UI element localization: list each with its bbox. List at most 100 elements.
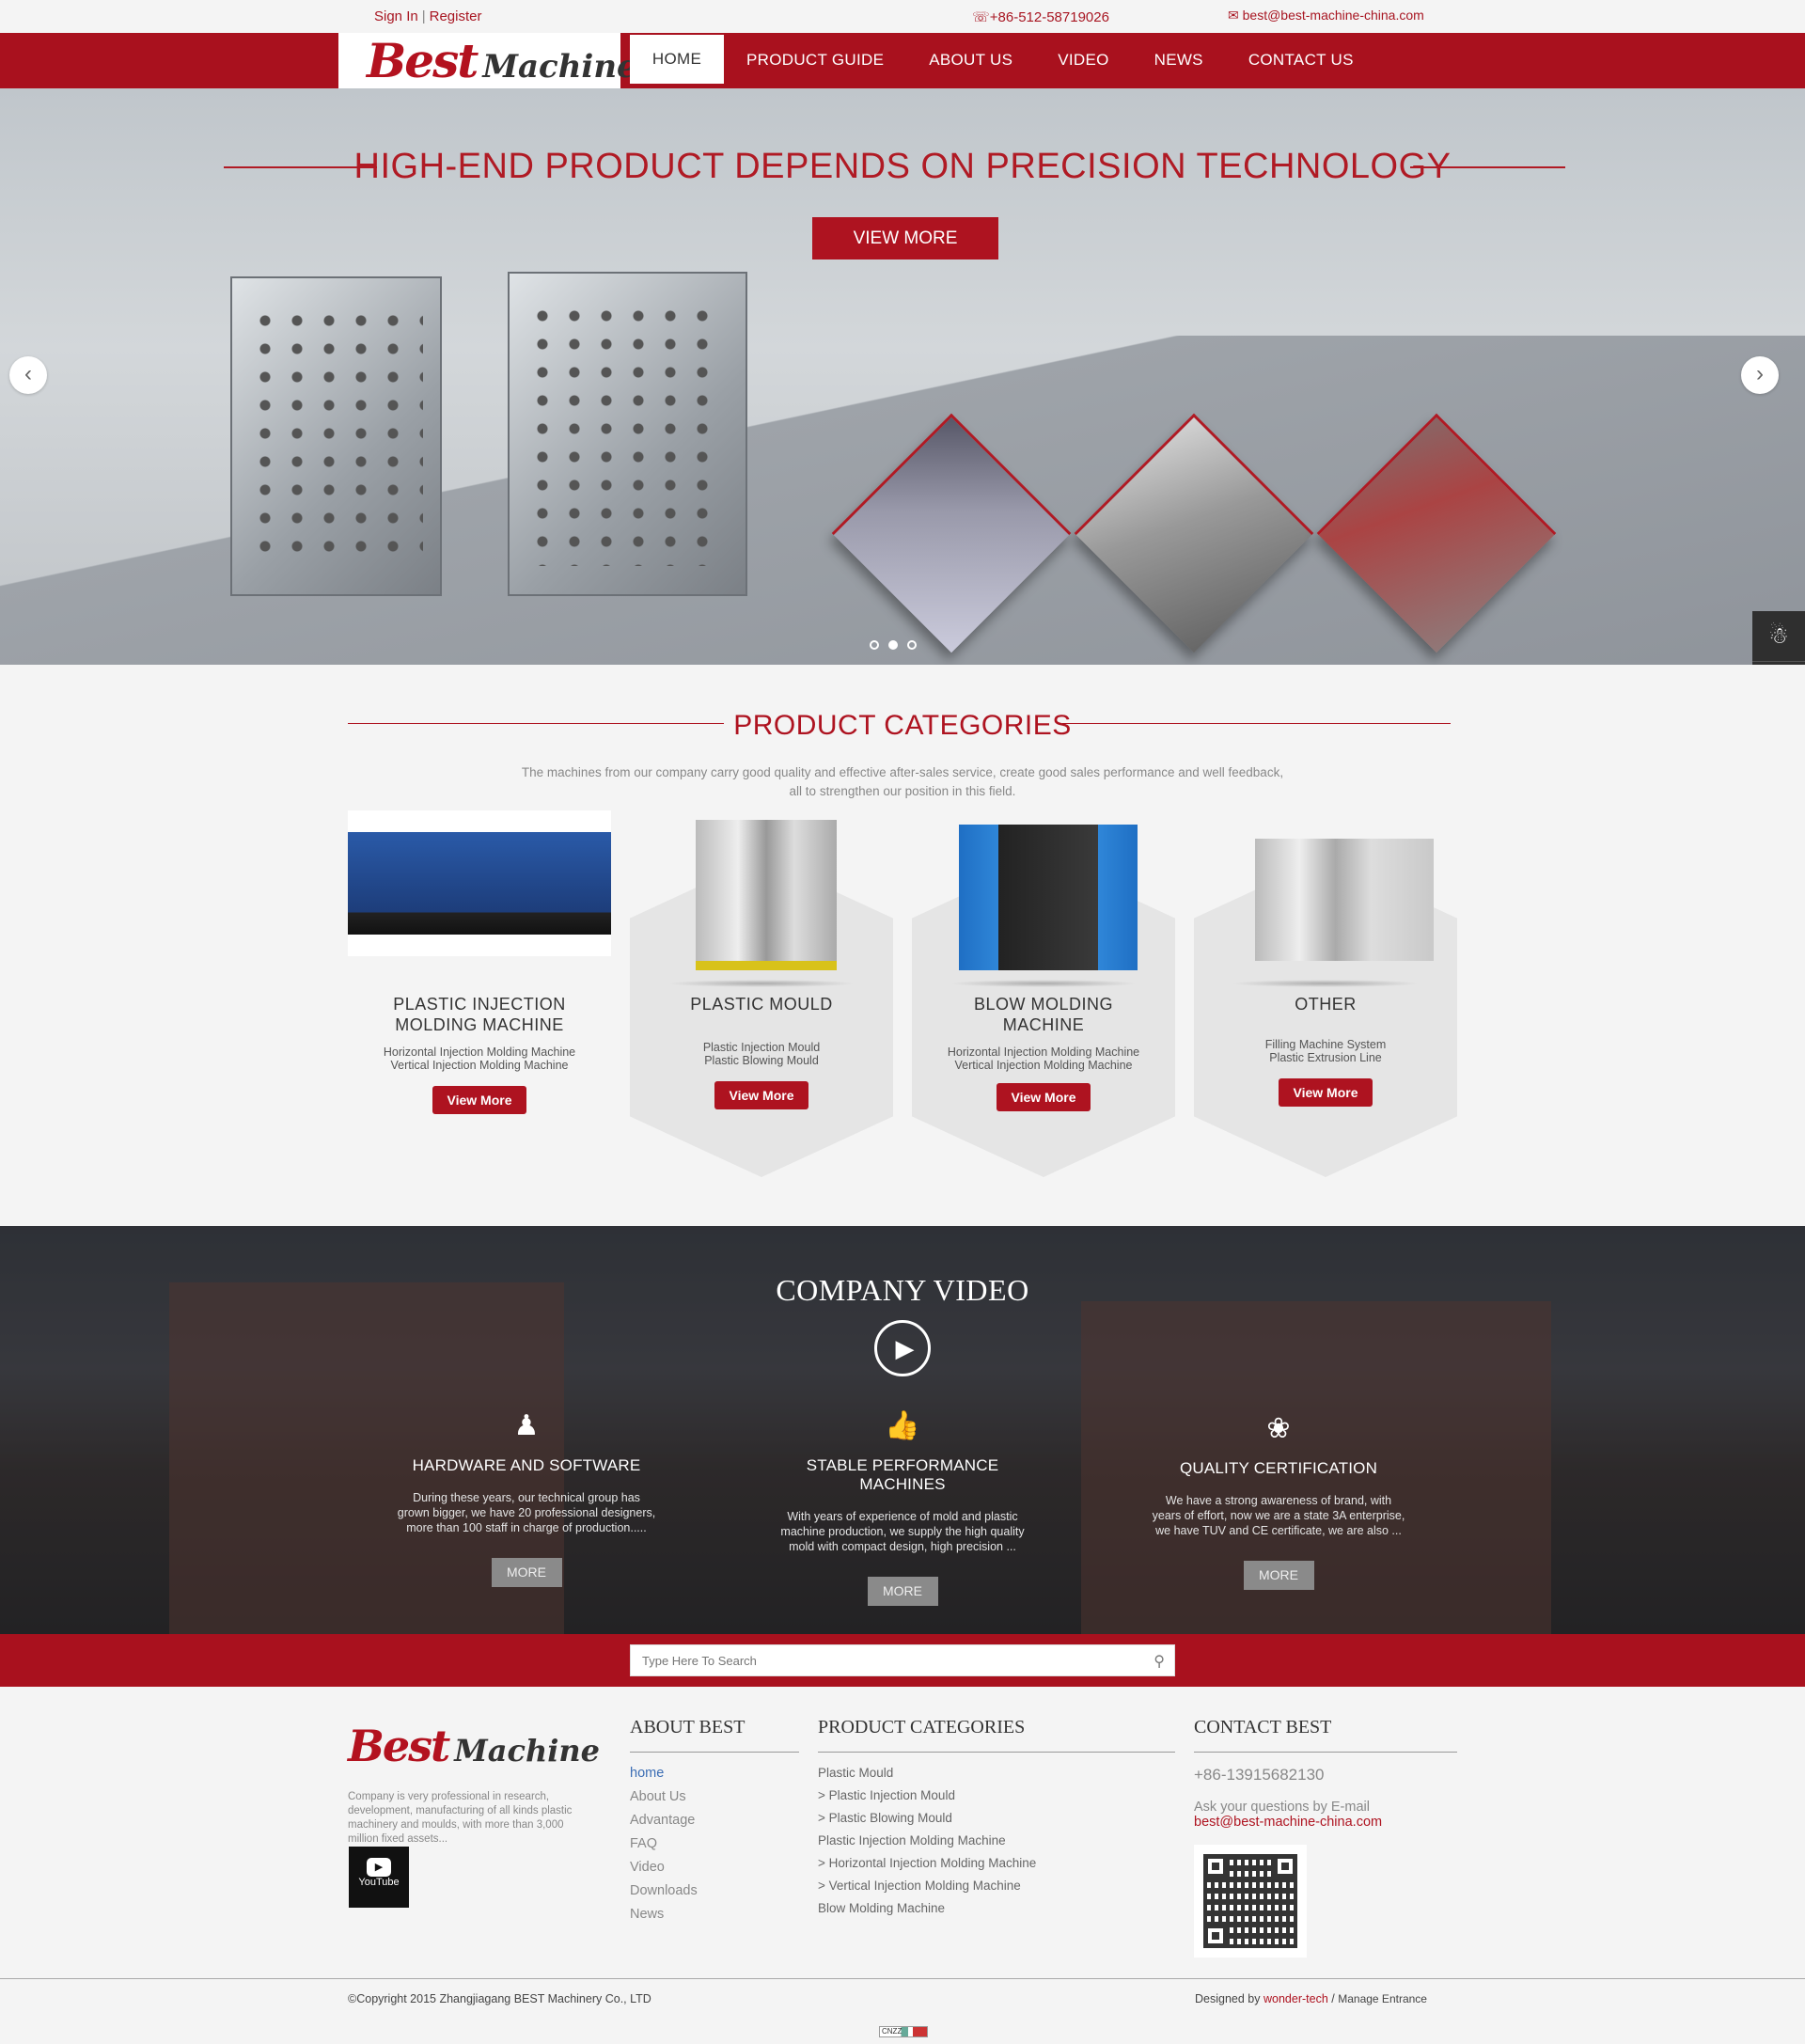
product-categories-section: PRODUCT CATEGORIES The machines from our… (0, 665, 1805, 1226)
section-title: PRODUCT CATEGORIES (733, 710, 1072, 741)
qq-icon[interactable]: ☃ (1752, 611, 1805, 662)
video-title: COMPANY VIDEO (776, 1273, 1029, 1307)
footer-link-about-us[interactable]: About Us (630, 1785, 799, 1809)
category-card-blow-molding[interactable]: BLOW MOLDING MACHINE Horizontal Injection… (912, 810, 1175, 1177)
slide-dot[interactable] (907, 640, 917, 650)
view-more-button[interactable]: View More (714, 1081, 808, 1109)
footer-link-advantage[interactable]: Advantage (630, 1809, 799, 1832)
play-icon[interactable]: ▶ (874, 1320, 931, 1376)
footer-phone: +86-13915682130 (1194, 1766, 1325, 1784)
logo[interactable]: Best Machine (338, 33, 637, 88)
footer-link-faq[interactable]: FAQ (630, 1832, 799, 1856)
nav-about-us[interactable]: ABOUT US (906, 35, 1035, 86)
youtube-link[interactable]: ▶ YouTube (349, 1847, 409, 1908)
feature-quality-certification: ❀ QUALITY CERTIFICATION We have a strong… (1138, 1412, 1420, 1590)
next-slide-arrow-icon[interactable]: › (1741, 356, 1779, 394)
logo-best-text: Best (367, 33, 479, 88)
footer-product-link[interactable]: > Plastic Injection Mould (818, 1785, 1175, 1807)
footer-link-home[interactable]: home (630, 1762, 799, 1785)
company-video-section: COMPANY VIDEO ▶ ♟ HARDWARE AND SOFTWARE … (0, 1226, 1805, 1634)
footer-logo[interactable]: Best Machine (348, 1721, 600, 1771)
feature-title: QUALITY CERTIFICATION (1179, 1459, 1378, 1477)
youtube-icon: ▶ (367, 1858, 391, 1877)
youtube-label: YouTube (358, 1877, 400, 1888)
category-card-other[interactable]: OTHER Filling Machine System Plastic Extr… (1194, 810, 1457, 1177)
sign-in-link[interactable]: Sign In (374, 8, 418, 24)
category-name: PLASTIC INJECTION MOLDING MACHINE (393, 995, 566, 1034)
team-icon: ♟ (513, 1410, 540, 1441)
top-bar: Sign In | Register ☏+86-512-58719026 ✉ bes… (0, 0, 1805, 33)
feature-text: With years of experience of mold and pla… (780, 1510, 1025, 1553)
feature-title: HARDWARE AND SOFTWARE (412, 1456, 641, 1474)
header-phone: ☏+86-512-58719026 (972, 9, 1109, 25)
search-input[interactable] (631, 1645, 1138, 1675)
prev-slide-arrow-icon[interactable]: ‹ (9, 356, 47, 394)
slide-dot[interactable] (870, 640, 879, 650)
nav-video[interactable]: VIDEO (1035, 35, 1131, 86)
category-card-injection-machine[interactable]: PLASTIC INJECTION MOLDING MACHINE Horizon… (348, 810, 611, 1177)
qr-code (1194, 1845, 1307, 1958)
more-button[interactable]: MORE (491, 1558, 562, 1587)
image-shadow (950, 980, 1138, 987)
footer-column-title: PRODUCT CATEGORIES (818, 1717, 1175, 1753)
award-icon: ❀ (1266, 1413, 1291, 1444)
nav-news[interactable]: NEWS (1132, 35, 1226, 86)
category-name: PLASTIC MOULD (690, 995, 833, 1014)
search-icon[interactable]: ⚲ (1154, 1652, 1165, 1671)
image-shadow (667, 980, 855, 987)
search-box: ⚲ (630, 1644, 1175, 1676)
search-bar: ⚲ (0, 1634, 1805, 1687)
footer-column-title: CONTACT BEST (1194, 1717, 1457, 1753)
category-card-plastic-mould[interactable]: PLASTIC MOULD Plastic Injection Mould Pla… (630, 810, 893, 1177)
footer-product-link[interactable]: > Horizontal Injection Molding Machine (818, 1852, 1175, 1875)
credit-separator: / (1331, 1992, 1335, 2005)
account-separator: | (421, 8, 426, 24)
logo-machine-text: Machine (482, 48, 637, 86)
manage-entrance-link[interactable]: Manage Entrance (1338, 1992, 1427, 2005)
main-nav: HOME PRODUCT GUIDE ABOUT US VIDEO NEWS C… (630, 33, 1376, 88)
category-subtitles: Plastic Injection Mould Plastic Blowing M… (702, 1041, 821, 1067)
footer-link-video[interactable]: Video (630, 1856, 799, 1879)
footer-product-link[interactable]: Blow Molding Machine (818, 1897, 1175, 1920)
designed-by-label: Designed by (1195, 1992, 1261, 2005)
footer-product-link[interactable]: Plastic Injection Molding Machine (818, 1830, 1175, 1852)
footer: Best Machine Company is very professional… (0, 1687, 1805, 1978)
thumbs-up-icon: 👍 (885, 1410, 920, 1441)
designer-link[interactable]: wonder-tech (1264, 1992, 1328, 2005)
cnzz-badge[interactable]: CNZZ (879, 2026, 928, 2037)
image-shadow (1232, 980, 1420, 987)
description-line: all to strengthen our position in this f… (789, 784, 1016, 798)
nav-product-guide[interactable]: PRODUCT GUIDE (724, 35, 906, 86)
header-email[interactable]: ✉ best@best-machine-china.com (1228, 8, 1424, 24)
register-link[interactable]: Register (430, 8, 482, 24)
copyright-bar: ©Copyright 2015 Zhangjiagang BEST Machin… (0, 1978, 1805, 2044)
copyright-text: ©Copyright 2015 Zhangjiagang BEST Machin… (348, 1992, 651, 2005)
mold-image-left (230, 276, 442, 596)
more-button[interactable]: MORE (867, 1577, 938, 1606)
category-name: OTHER (1295, 995, 1357, 1014)
footer-link-news[interactable]: News (630, 1903, 799, 1926)
category-subtitles: Filling Machine System Plastic Extrusion … (1264, 1038, 1387, 1064)
footer-product-link[interactable]: > Plastic Blowing Mould (818, 1807, 1175, 1830)
slide-dot[interactable] (888, 640, 898, 650)
view-more-button[interactable]: View More (432, 1086, 526, 1114)
more-button[interactable]: MORE (1243, 1561, 1314, 1590)
footer-logo-best: Best (348, 1721, 450, 1771)
nav-contact-us[interactable]: CONTACT US (1226, 35, 1376, 86)
hero-slogan: HIGH-END PRODUCT DEPENDS ON PRECISION TE… (353, 147, 1452, 186)
view-more-button[interactable]: View More (1279, 1078, 1373, 1107)
nav-home[interactable]: HOME (630, 35, 724, 84)
category-subtitles: Horizontal Injection Molding Machine Vert… (947, 1046, 1140, 1072)
feature-text: During these years, our technical group … (397, 1491, 656, 1534)
blow-molding-image (959, 825, 1138, 970)
footer-product-link[interactable]: Plastic Mould (818, 1762, 1175, 1785)
mold-image-right (508, 272, 747, 596)
designer-credit: Designed by wonder-tech / Manage Entranc… (1195, 1992, 1427, 2005)
footer-products-column: PRODUCT CATEGORIES Plastic Mould > Plast… (818, 1717, 1175, 1920)
footer-link-downloads[interactable]: Downloads (630, 1879, 799, 1903)
footer-product-link[interactable]: > Vertical Injection Molding Machine (818, 1875, 1175, 1897)
injection-machine-image (348, 810, 611, 956)
hero-view-more-button[interactable]: VIEW MORE (812, 217, 998, 259)
view-more-button[interactable]: View More (997, 1083, 1091, 1111)
footer-email-link[interactable]: best@best-machine-china.com (1194, 1815, 1457, 1830)
